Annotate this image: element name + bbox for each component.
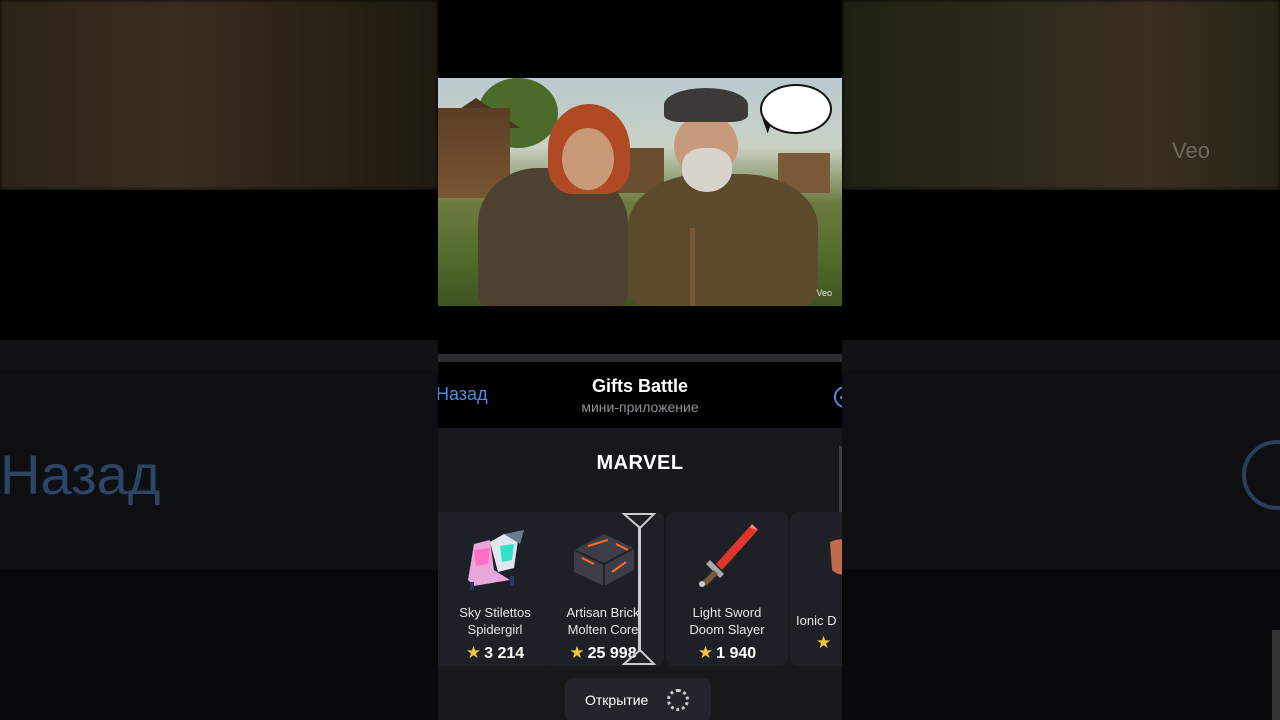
background-left: Назад [0,0,438,720]
gift-price: ★ 3 214 [465,643,525,662]
background-watermark: Veo [1172,138,1210,163]
video-watermark: Veo [816,288,832,298]
phone-screen: Veo Назад Gifts Battle мини-приложение M… [438,0,842,720]
ionic-icon [830,539,842,575]
gift-card[interactable]: Ionic D ★ [790,512,842,666]
sword-icon [699,524,758,587]
collection-title: MARVEL [596,452,684,474]
gift-card[interactable]: Sky Stilettos Spidergirl ★ 3 214 [438,512,556,666]
miniapp-header: Назад Gifts Battle мини-приложение [438,362,842,428]
walking-cane [690,228,695,306]
loading-spinner-icon [667,689,689,711]
video-player[interactable]: Veo [438,78,842,306]
background-video-blur [842,0,1280,190]
app-subtitle: мини-приложение [581,399,699,415]
speech-bubble [760,84,832,134]
stiletto-icon [468,530,524,590]
gift-price: ★ 1 940 [697,643,757,662]
star-icon: ★ [569,643,585,662]
hourglass-selector-icon [622,513,656,665]
open-button-label: Открытие [585,692,649,708]
flat-cap [664,88,748,122]
gift-name-line2: Doom Slayer [689,622,765,637]
app-title: Gifts Battle [591,376,688,396]
open-button[interactable]: Открытие [565,678,711,720]
star-icon: ★ [697,643,714,662]
gift-card[interactable]: Light Sword Doom Slayer ★ 1 940 [666,512,788,666]
sheet-handle-bar [438,354,842,362]
background-right: Veo [842,0,1280,720]
gift-name-line1: Ionic D [796,613,837,628]
gift-name-line2: Spidergirl [467,622,523,637]
gift-name-line1: Light Sword [692,605,762,620]
gift-name-line1: Sky Stilettos [459,605,531,620]
old-man-figure [628,174,818,306]
star-icon: ★ [465,643,482,662]
gifts-panel: MARVEL Sky Stilettos Spidergirl ★ 3 214 … [438,428,842,720]
background-back-text: Назад [0,443,161,506]
background-video-blur [0,0,438,190]
gift-price: ★ [816,633,842,653]
old-woman-face [562,128,614,190]
star-icon: ★ [816,633,832,652]
old-man-beard [682,148,732,192]
